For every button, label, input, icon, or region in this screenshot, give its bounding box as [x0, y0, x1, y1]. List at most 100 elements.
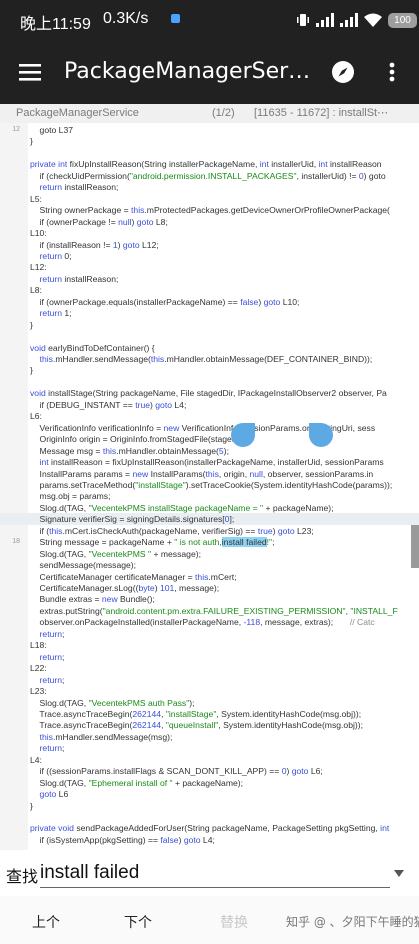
code-line: params.setTraceMethod("installStage").se…	[0, 479, 419, 491]
code-token: L4;	[200, 834, 215, 845]
code-token: installStage(String packageName, File st…	[48, 388, 387, 399]
compass-icon[interactable]	[330, 59, 356, 85]
code-line: L22:	[0, 662, 419, 674]
code-token: -118	[243, 617, 261, 628]
code-token: .mCert.isCheckAuth(packageName, verifier…	[62, 525, 258, 536]
code-token: msg.obj = params;	[30, 491, 111, 502]
code-token: ;	[62, 674, 65, 685]
find-options-dropdown-icon[interactable]	[394, 870, 404, 877]
signal-2-icon	[340, 13, 358, 27]
code-token: 1;	[62, 308, 72, 319]
code-token: return	[30, 250, 62, 261]
code-line: }	[0, 135, 419, 147]
code-line: if (ownerPackage.equals(installerPackage…	[0, 296, 419, 308]
selection-start-handle[interactable]	[231, 423, 255, 447]
code-token: InstallParams(	[148, 468, 206, 479]
code-token: new	[132, 468, 149, 479]
code-token: return	[30, 674, 62, 685]
code-text: if (checkUidPermission("android.permissi…	[30, 170, 386, 182]
code-token: L4:	[30, 754, 42, 765]
code-token: L10;	[280, 296, 300, 307]
code-line: if (checkUidPermission("android.permissi…	[0, 170, 419, 182]
code-line: Slog.d(TAG, "VecentekPMS " + message);	[0, 548, 419, 560]
code-token: 0;	[62, 250, 72, 261]
code-text: }	[30, 135, 33, 147]
code-token: int	[318, 159, 328, 170]
code-token: false	[160, 834, 179, 845]
code-text: L12:	[30, 261, 47, 273]
code-token: ).setTraceCookie(System.identityHashCode…	[185, 479, 393, 490]
code-text: if (isSystemApp(pkgSetting) == false) go…	[30, 834, 215, 846]
code-line: if (isSystemApp(pkgSetting) == false) go…	[0, 834, 419, 846]
code-token: if (installReason !=	[30, 239, 113, 250]
code-line: private void sendPackageAddedForUser(Str…	[0, 822, 419, 834]
code-token: .mHandler.obtainMessage(	[116, 445, 219, 456]
code-editor[interactable]: 12 goto L37} private int fixUpInstallReas…	[0, 123, 419, 850]
code-text: OriginInfo origin = OriginInfo.fromStage…	[30, 433, 253, 445]
code-token: this	[150, 354, 165, 364]
code-token: ];	[229, 514, 235, 525]
code-token: Slog.d(TAG,	[30, 777, 89, 788]
code-token: return	[30, 628, 62, 639]
find-input[interactable]	[40, 858, 390, 888]
code-token: , origin,	[218, 468, 250, 479]
code-line: }	[0, 800, 419, 812]
code-text: if (ownerPackage.equals(installerPackage…	[30, 296, 300, 308]
code-token: installReason = fixUpInstallReason(insta…	[48, 457, 384, 468]
code-token: L4;	[172, 399, 187, 410]
code-line: L6:	[0, 410, 419, 422]
code-token: params.setTraceMethod(	[30, 479, 136, 490]
code-line: Slog.d(TAG, "Ephemeral install of " + pa…	[0, 777, 419, 789]
code-text: InstallParams params = new InstallParams…	[30, 468, 374, 480]
code-text: L10:	[30, 227, 47, 239]
code-text: String message = packageName + " is not …	[30, 536, 275, 548]
code-token: earlyBindToDefContainer() {	[48, 342, 155, 353]
find-bar: 查找	[0, 850, 419, 896]
code-token: private int	[30, 159, 70, 170]
code-token: String message = packageName +	[30, 537, 175, 548]
code-line: void earlyBindToDefContainer() {	[0, 342, 419, 354]
replace-button[interactable]: 替换	[220, 912, 248, 932]
code-line: 12 goto L37	[0, 124, 419, 136]
code-token: .mHandler.obtainMessage(DEF_CONTAINER_BI…	[164, 354, 373, 364]
code-token: "Ephemeral install of "	[88, 777, 173, 788]
code-token: L12:	[30, 262, 47, 273]
code-token: OriginInfo origin = OriginInfo.fromStage…	[30, 434, 253, 445]
code-token: extras.putString(	[30, 605, 103, 616]
code-token: "VecentekPMS "	[88, 548, 152, 559]
code-line: msg.obj = params;	[0, 490, 419, 502]
code-token: if (isSystemApp(pkgSetting) ==	[30, 834, 161, 845]
code-token: }	[30, 319, 33, 330]
code-token: + message);	[151, 548, 201, 559]
more-vert-icon[interactable]	[384, 60, 400, 84]
code-text: }	[30, 319, 33, 331]
code-line: CertificateManager.sLog((byte) 101, mess…	[0, 582, 419, 594]
code-token: true	[257, 525, 273, 536]
code-line: Trace.asyncTraceBegin(262144, "installSt…	[0, 708, 419, 720]
previous-match-button[interactable]: 上个	[32, 912, 60, 932]
code-line: }	[0, 319, 419, 331]
code-text: return installReason;	[30, 273, 119, 285]
code-token: L6:	[30, 411, 42, 422]
code-token: , observer, sessionParams.in	[262, 468, 374, 479]
code-text: L23:	[30, 685, 47, 697]
code-line: if ((sessionParams.installFlags & SCAN_D…	[0, 765, 419, 777]
code-token: return	[30, 182, 62, 193]
selection-end-handle[interactable]	[309, 423, 333, 447]
status-time: 晚上11:59	[20, 16, 91, 33]
code-token: VerificationInfo(sessionParams.originati…	[179, 422, 376, 433]
next-match-button[interactable]: 下个	[124, 912, 152, 932]
code-line: private int fixUpInstallReason(String in…	[0, 158, 419, 170]
code-token: ) goto	[363, 170, 386, 181]
code-text: Message msg = this.mHandler.obtainMessag…	[30, 445, 229, 457]
code-token: this	[131, 205, 145, 216]
code-text: CertificateManager.sLog((byte) 101, mess…	[30, 582, 220, 594]
code-token: null	[118, 216, 132, 227]
code-text: void earlyBindToDefContainer() {	[30, 342, 155, 354]
match-count: (1/2)	[212, 107, 235, 119]
code-token: installerUid,	[268, 159, 319, 170]
code-text: L4:	[30, 754, 42, 766]
code-text: return installReason;	[30, 181, 119, 193]
menu-icon[interactable]	[18, 60, 42, 84]
